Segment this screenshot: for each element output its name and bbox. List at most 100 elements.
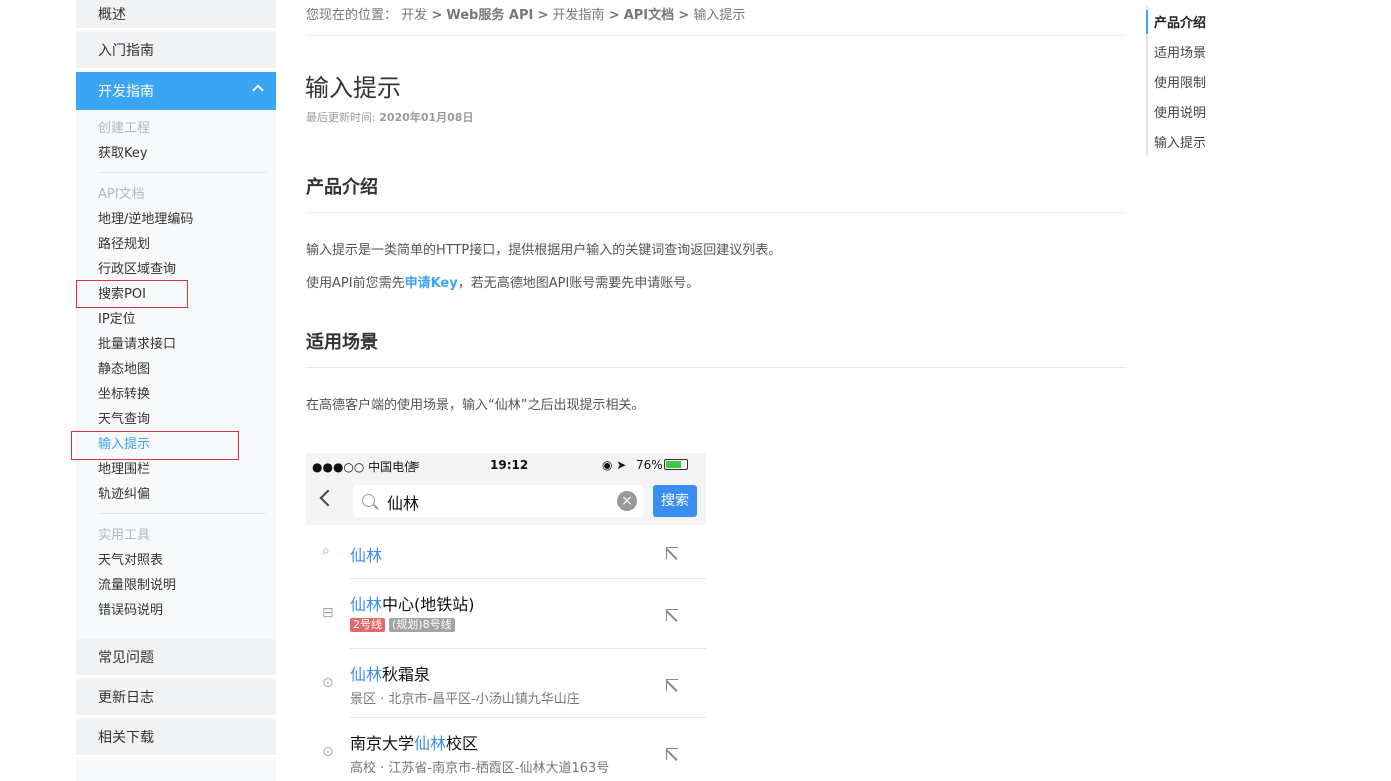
- breadcrumb-link-web-api[interactable]: Web服务 API: [446, 8, 533, 23]
- sidebar-item-coord-convert[interactable]: 坐标转换: [98, 386, 150, 404]
- phone-status-bar: ●●●○○ 中国电信 ≋ 19:12 ◉ ➤ 76%: [306, 453, 706, 477]
- breadcrumb-current: 输入提示: [693, 8, 746, 23]
- sidebar-item-intro-guide[interactable]: 入门指南: [76, 32, 276, 70]
- battery-percent: 76%: [636, 458, 663, 472]
- sidebar-nav: 概述 入门指南 开发指南 创建工程 获取Key API文档 地理/逆地理编码 路…: [76, 0, 276, 781]
- breadcrumb-separator: >: [678, 8, 690, 23]
- sidebar-item-geofence[interactable]: 地理围栏: [98, 461, 150, 479]
- subway-icon: ⊟: [322, 605, 334, 621]
- breadcrumb-link-api-docs[interactable]: API文档: [624, 8, 674, 23]
- toc-item-limits[interactable]: 使用限制: [1154, 72, 1206, 91]
- suggestion-row[interactable]: ⊟ 仙林中心(地铁站) 2号线 (规划)8号线: [306, 579, 706, 649]
- suggestion-row[interactable]: ⊙ 南京大学仙林校区 高校 · 江苏省-南京市-栖霞区-仙林大道163号: [306, 718, 706, 781]
- phone-screenshot: ●●●○○ 中国电信 ≋ 19:12 ◉ ➤ 76% 仙林 × 搜索 ⌕ 仙林 …: [306, 453, 706, 781]
- sidebar-item-downloads[interactable]: 相关下载: [76, 719, 276, 757]
- text: ，若无高德地图API账号需要先申请账号。: [457, 276, 700, 291]
- signal-carrier: ●●●○○ 中国电信: [312, 460, 417, 474]
- suggestion-highlight: 仙林: [350, 595, 383, 614]
- line-tag: 2号线: [350, 618, 385, 632]
- clear-icon[interactable]: ×: [617, 491, 637, 511]
- scene-paragraph: 在高德客户端的使用场景，输入“仙林”之后出现提示相关。: [306, 398, 645, 413]
- location-pin-icon: ⊙: [322, 675, 334, 691]
- sidebar-item-weather-table[interactable]: 天气对照表: [98, 552, 163, 570]
- breadcrumb-separator: >: [537, 8, 549, 23]
- sidebar-item-get-key[interactable]: 获取Key: [98, 145, 148, 163]
- sidebar-item-weather[interactable]: 天气查询: [98, 411, 150, 429]
- breadcrumb-separator: >: [608, 8, 620, 23]
- suggestion-rest: 校区: [446, 734, 479, 753]
- phone-time: 19:12: [490, 458, 529, 472]
- sidebar-divider: [98, 172, 266, 173]
- suggestion-address: 景区 · 北京市-昌平区-小汤山镇九华山庄: [350, 692, 580, 707]
- sidebar-item-track-correct[interactable]: 轨迹纠偏: [98, 486, 150, 504]
- suggestion-title: 仙林秋霜泉: [350, 661, 430, 685]
- search-value: 仙林: [387, 494, 420, 513]
- sidebar-item-overview[interactable]: 概述: [76, 0, 276, 30]
- sidebar-item-dev-guide[interactable]: 开发指南: [76, 72, 276, 110]
- breadcrumb-link-dev[interactable]: 开发: [401, 8, 427, 23]
- line-tag: (规划)8号线: [389, 618, 455, 632]
- phone-search-button[interactable]: 搜索: [653, 485, 697, 517]
- sidebar-item-district[interactable]: 行政区域查询: [98, 261, 176, 279]
- breadcrumb-separator: >: [431, 8, 443, 23]
- highlight-box-search-poi: [76, 280, 188, 308]
- sidebar-item-label: 更新日志: [98, 690, 154, 706]
- sidebar-item-geocode[interactable]: 地理/逆地理编码: [98, 211, 193, 229]
- suggestion-rest: 秋霜泉: [382, 665, 431, 684]
- chevron-up-icon: [252, 84, 264, 96]
- subway-lines: 2号线 (规划)8号线: [350, 617, 459, 632]
- last-updated: 最后更新时间: 2020年01月08日: [306, 109, 473, 125]
- suggestion-row[interactable]: ⊙ 仙林秋霜泉 景区 · 北京市-昌平区-小汤山镇九华山庄: [306, 649, 706, 718]
- sidebar-item-changelog[interactable]: 更新日志: [76, 679, 276, 717]
- sidebar-item-label: 概述: [98, 7, 126, 23]
- fill-arrow-icon[interactable]: [666, 547, 678, 559]
- sidebar-item-label: 相关下载: [98, 730, 154, 746]
- sidebar-item-label: 常见问题: [98, 650, 154, 666]
- suggestion-highlight: 仙林: [350, 546, 383, 565]
- toc-item-scene[interactable]: 适用场景: [1154, 42, 1206, 61]
- suggestion-highlight: 仙林: [414, 734, 447, 753]
- fill-arrow-icon[interactable]: [666, 609, 678, 621]
- breadcrumb-link-dev-guide[interactable]: 开发指南: [553, 8, 605, 23]
- sidebar-item-rate-limit[interactable]: 流量限制说明: [98, 577, 176, 595]
- suggestion-title: 南京大学仙林校区: [350, 730, 478, 754]
- location-icon: ◉ ➤: [602, 458, 627, 472]
- sidebar-item-route[interactable]: 路径规划: [98, 236, 150, 254]
- category-tools: 实用工具: [98, 528, 151, 543]
- toc-item-input-tips[interactable]: 输入提示: [1154, 132, 1206, 151]
- suggestion-title: 仙林: [350, 542, 382, 566]
- last-updated-label: 最后更新时间:: [306, 111, 376, 124]
- sidebar-item-batch[interactable]: 批量请求接口: [98, 336, 176, 354]
- apply-key-link[interactable]: 申请Key: [405, 276, 458, 291]
- suggestion-highlight: 仙林: [350, 665, 383, 684]
- location-pin-icon: ⊙: [322, 744, 334, 760]
- toc-active-marker: [1146, 10, 1148, 34]
- toc-item-usage[interactable]: 使用说明: [1154, 102, 1206, 121]
- intro-key-paragraph: 使用API前您需先申请Key，若无高德地图API账号需要先申请账号。: [306, 272, 699, 291]
- divider: [306, 35, 1126, 36]
- breadcrumb-prefix: 您现在的位置：: [306, 8, 398, 23]
- suggestion-row[interactable]: ⌕ 仙林: [306, 527, 706, 579]
- toc-item-intro[interactable]: 产品介绍: [1154, 12, 1206, 31]
- category-create-project: 创建工程: [98, 121, 151, 136]
- back-icon[interactable]: [319, 489, 337, 507]
- fill-arrow-icon[interactable]: [666, 679, 678, 691]
- table-of-contents: 产品介绍 适用场景 使用限制 使用说明 输入提示: [1146, 6, 1266, 156]
- intro-paragraph: 输入提示是一类简单的HTTP接口，提供根据用户输入的关键词查询返回建议列表。: [306, 243, 782, 258]
- category-api-docs: API文档: [98, 187, 145, 202]
- sidebar-item-faq[interactable]: 常见问题: [76, 639, 276, 677]
- section-heading-scene: 适用场景: [306, 332, 378, 353]
- sidebar-item-static-map[interactable]: 静态地图: [98, 361, 150, 379]
- divider: [306, 367, 1126, 368]
- battery-icon: [664, 459, 688, 470]
- sidebar-item-error-codes[interactable]: 错误码说明: [98, 602, 163, 620]
- sidebar-item-ip-location[interactable]: IP定位: [98, 311, 136, 329]
- sidebar-divider: [98, 513, 266, 514]
- sidebar-item-label: 入门指南: [98, 43, 154, 59]
- phone-search-input[interactable]: 仙林 ×: [353, 485, 643, 517]
- search-icon: ⌕: [322, 543, 330, 559]
- battery-level: [666, 461, 681, 468]
- section-heading-intro: 产品介绍: [306, 177, 378, 198]
- divider: [306, 212, 1126, 213]
- fill-arrow-icon[interactable]: [666, 748, 678, 760]
